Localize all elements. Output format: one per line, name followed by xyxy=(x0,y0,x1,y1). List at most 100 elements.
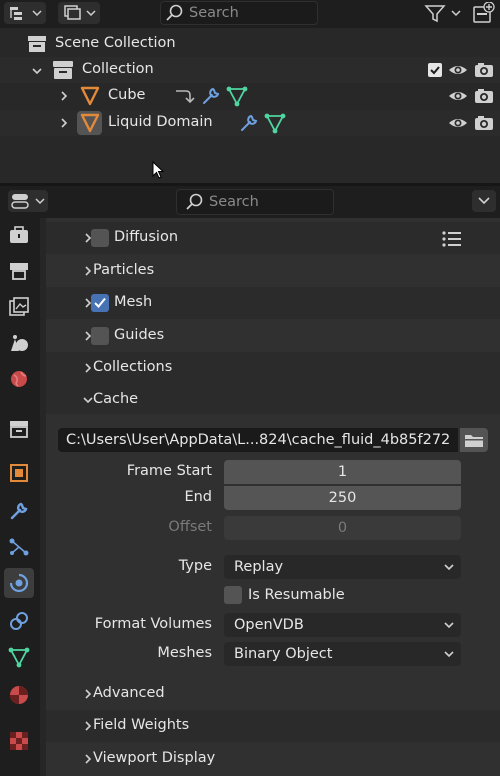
view-layer-icon xyxy=(64,5,96,20)
panel-label: Particles xyxy=(93,262,155,278)
tab-texture[interactable] xyxy=(4,726,34,756)
eye-icon[interactable] xyxy=(448,62,468,78)
cache-directory-field[interactable]: C:\Users\User\AppData\L...824\cache_flui… xyxy=(58,428,458,452)
meshes-format-value: Binary Object xyxy=(234,646,333,662)
tab-modifiers[interactable] xyxy=(4,496,34,526)
format-volumes-label: Format Volumes xyxy=(94,616,212,632)
offset-label: Offset xyxy=(168,519,212,535)
output-icon xyxy=(9,297,29,316)
editor-type-button[interactable] xyxy=(4,2,46,24)
cache-type-value: Replay xyxy=(234,559,284,575)
chevron-down-icon xyxy=(478,197,490,205)
wrench-icon[interactable] xyxy=(200,85,222,107)
mesh-data-icon[interactable] xyxy=(264,112,286,134)
eye-icon[interactable] xyxy=(448,88,468,104)
outliner-search-input[interactable]: Search xyxy=(160,1,318,25)
panel-label: Guides xyxy=(114,327,165,343)
is-resumable-row[interactable]: Is Resumable xyxy=(224,586,345,604)
frame-start-field[interactable]: 1 xyxy=(224,460,461,484)
folder-icon xyxy=(465,435,483,447)
type-label: Type xyxy=(178,558,212,574)
outliner-panel: Search Scene Collection Collection Cube … xyxy=(0,0,500,183)
tab-render[interactable] xyxy=(4,256,34,286)
outliner-item-cube[interactable]: Cube xyxy=(0,83,500,109)
camera-icon[interactable] xyxy=(474,115,494,131)
tab-particles[interactable] xyxy=(4,532,34,562)
outliner-editor-icon xyxy=(10,7,42,20)
search-placeholder: Search xyxy=(209,194,259,210)
new-collection-button[interactable] xyxy=(472,2,496,24)
tool-icon xyxy=(10,226,28,243)
mesh-data-icon[interactable] xyxy=(226,85,248,107)
mesh-object-icon xyxy=(80,113,100,133)
tab-object[interactable] xyxy=(4,458,34,488)
panel-collections[interactable]: Collections xyxy=(46,352,500,384)
panel-mesh[interactable]: Mesh xyxy=(46,287,500,319)
constraints-icon xyxy=(10,612,28,630)
frame-end-field[interactable]: 250 xyxy=(224,486,461,510)
is-resumable-checkbox[interactable] xyxy=(224,586,242,604)
tab-world[interactable] xyxy=(4,364,34,394)
mesh-object-icon xyxy=(80,86,100,106)
scene-collection-row[interactable]: Scene Collection xyxy=(0,31,500,57)
panel-diffusion[interactable]: Diffusion xyxy=(46,222,500,254)
display-mode-button[interactable] xyxy=(58,2,100,24)
chevron-down-icon xyxy=(444,651,454,658)
panel-guides[interactable]: Guides xyxy=(46,320,500,352)
chevron-down-icon[interactable] xyxy=(31,65,43,77)
tab-constraints[interactable] xyxy=(4,606,34,636)
frame-start-label: Frame Start xyxy=(126,463,212,479)
options-dropdown-button[interactable] xyxy=(472,190,496,212)
list-icon[interactable] xyxy=(441,230,463,248)
camera-icon[interactable] xyxy=(474,62,494,78)
panel-advanced[interactable]: Advanced xyxy=(46,678,500,710)
object-icon xyxy=(10,464,28,482)
exclude-checkbox[interactable] xyxy=(428,63,442,77)
eye-icon[interactable] xyxy=(448,115,468,131)
chevron-right-icon[interactable] xyxy=(58,117,70,129)
camera-icon[interactable] xyxy=(474,88,494,104)
tab-physics[interactable] xyxy=(4,568,34,598)
filter-button[interactable] xyxy=(424,2,464,24)
properties-header: Search xyxy=(0,186,500,218)
properties-search-input[interactable]: Search xyxy=(176,189,334,215)
panel-viewport-display[interactable]: Viewport Display xyxy=(46,743,500,775)
format-volumes-select[interactable]: OpenVDB xyxy=(224,613,461,637)
collection-icon xyxy=(53,61,73,79)
world-icon xyxy=(11,371,27,387)
panel-cache[interactable]: Cache xyxy=(46,384,500,416)
tab-view-layer[interactable] xyxy=(4,328,34,358)
properties-editor-type-button[interactable] xyxy=(8,190,48,212)
meshes-format-select[interactable]: Binary Object xyxy=(224,642,461,666)
liquid-domain-label: Liquid Domain xyxy=(108,114,213,130)
diffusion-checkbox[interactable] xyxy=(91,229,109,247)
offset-field[interactable]: 0 xyxy=(224,516,461,540)
mouse-cursor-icon xyxy=(152,161,164,179)
tab-output[interactable] xyxy=(4,292,34,322)
tab-material[interactable] xyxy=(4,680,34,710)
chevron-right-icon[interactable] xyxy=(58,90,70,102)
panel-particles[interactable]: Particles xyxy=(46,255,500,287)
meshes-label: Meshes xyxy=(157,645,212,661)
browse-folder-button[interactable] xyxy=(460,428,488,452)
cache-type-select[interactable]: Replay xyxy=(224,555,461,579)
wrench-icon[interactable] xyxy=(238,112,260,134)
material-icon xyxy=(10,686,28,704)
chevron-down-icon xyxy=(444,564,454,571)
outliner-item-liquid-domain[interactable]: Liquid Domain xyxy=(0,110,500,136)
tab-tool[interactable] xyxy=(4,220,34,250)
panel-field-weights[interactable]: Field Weights xyxy=(46,710,500,742)
collection-row[interactable]: Collection xyxy=(0,57,500,83)
tab-data[interactable] xyxy=(4,642,34,672)
tab-collection[interactable] xyxy=(4,414,34,444)
panel-label: Collections xyxy=(93,359,173,375)
scene-icon xyxy=(11,335,28,351)
panel-label: Mesh xyxy=(114,294,153,310)
mesh-checkbox[interactable] xyxy=(91,294,109,312)
cube-label: Cube xyxy=(108,87,146,103)
panel-label: Diffusion xyxy=(114,229,179,245)
guides-checkbox[interactable] xyxy=(91,327,109,345)
format-volumes-value: OpenVDB xyxy=(234,617,304,633)
search-icon xyxy=(166,4,183,21)
parent-relation-icon xyxy=(176,90,195,104)
